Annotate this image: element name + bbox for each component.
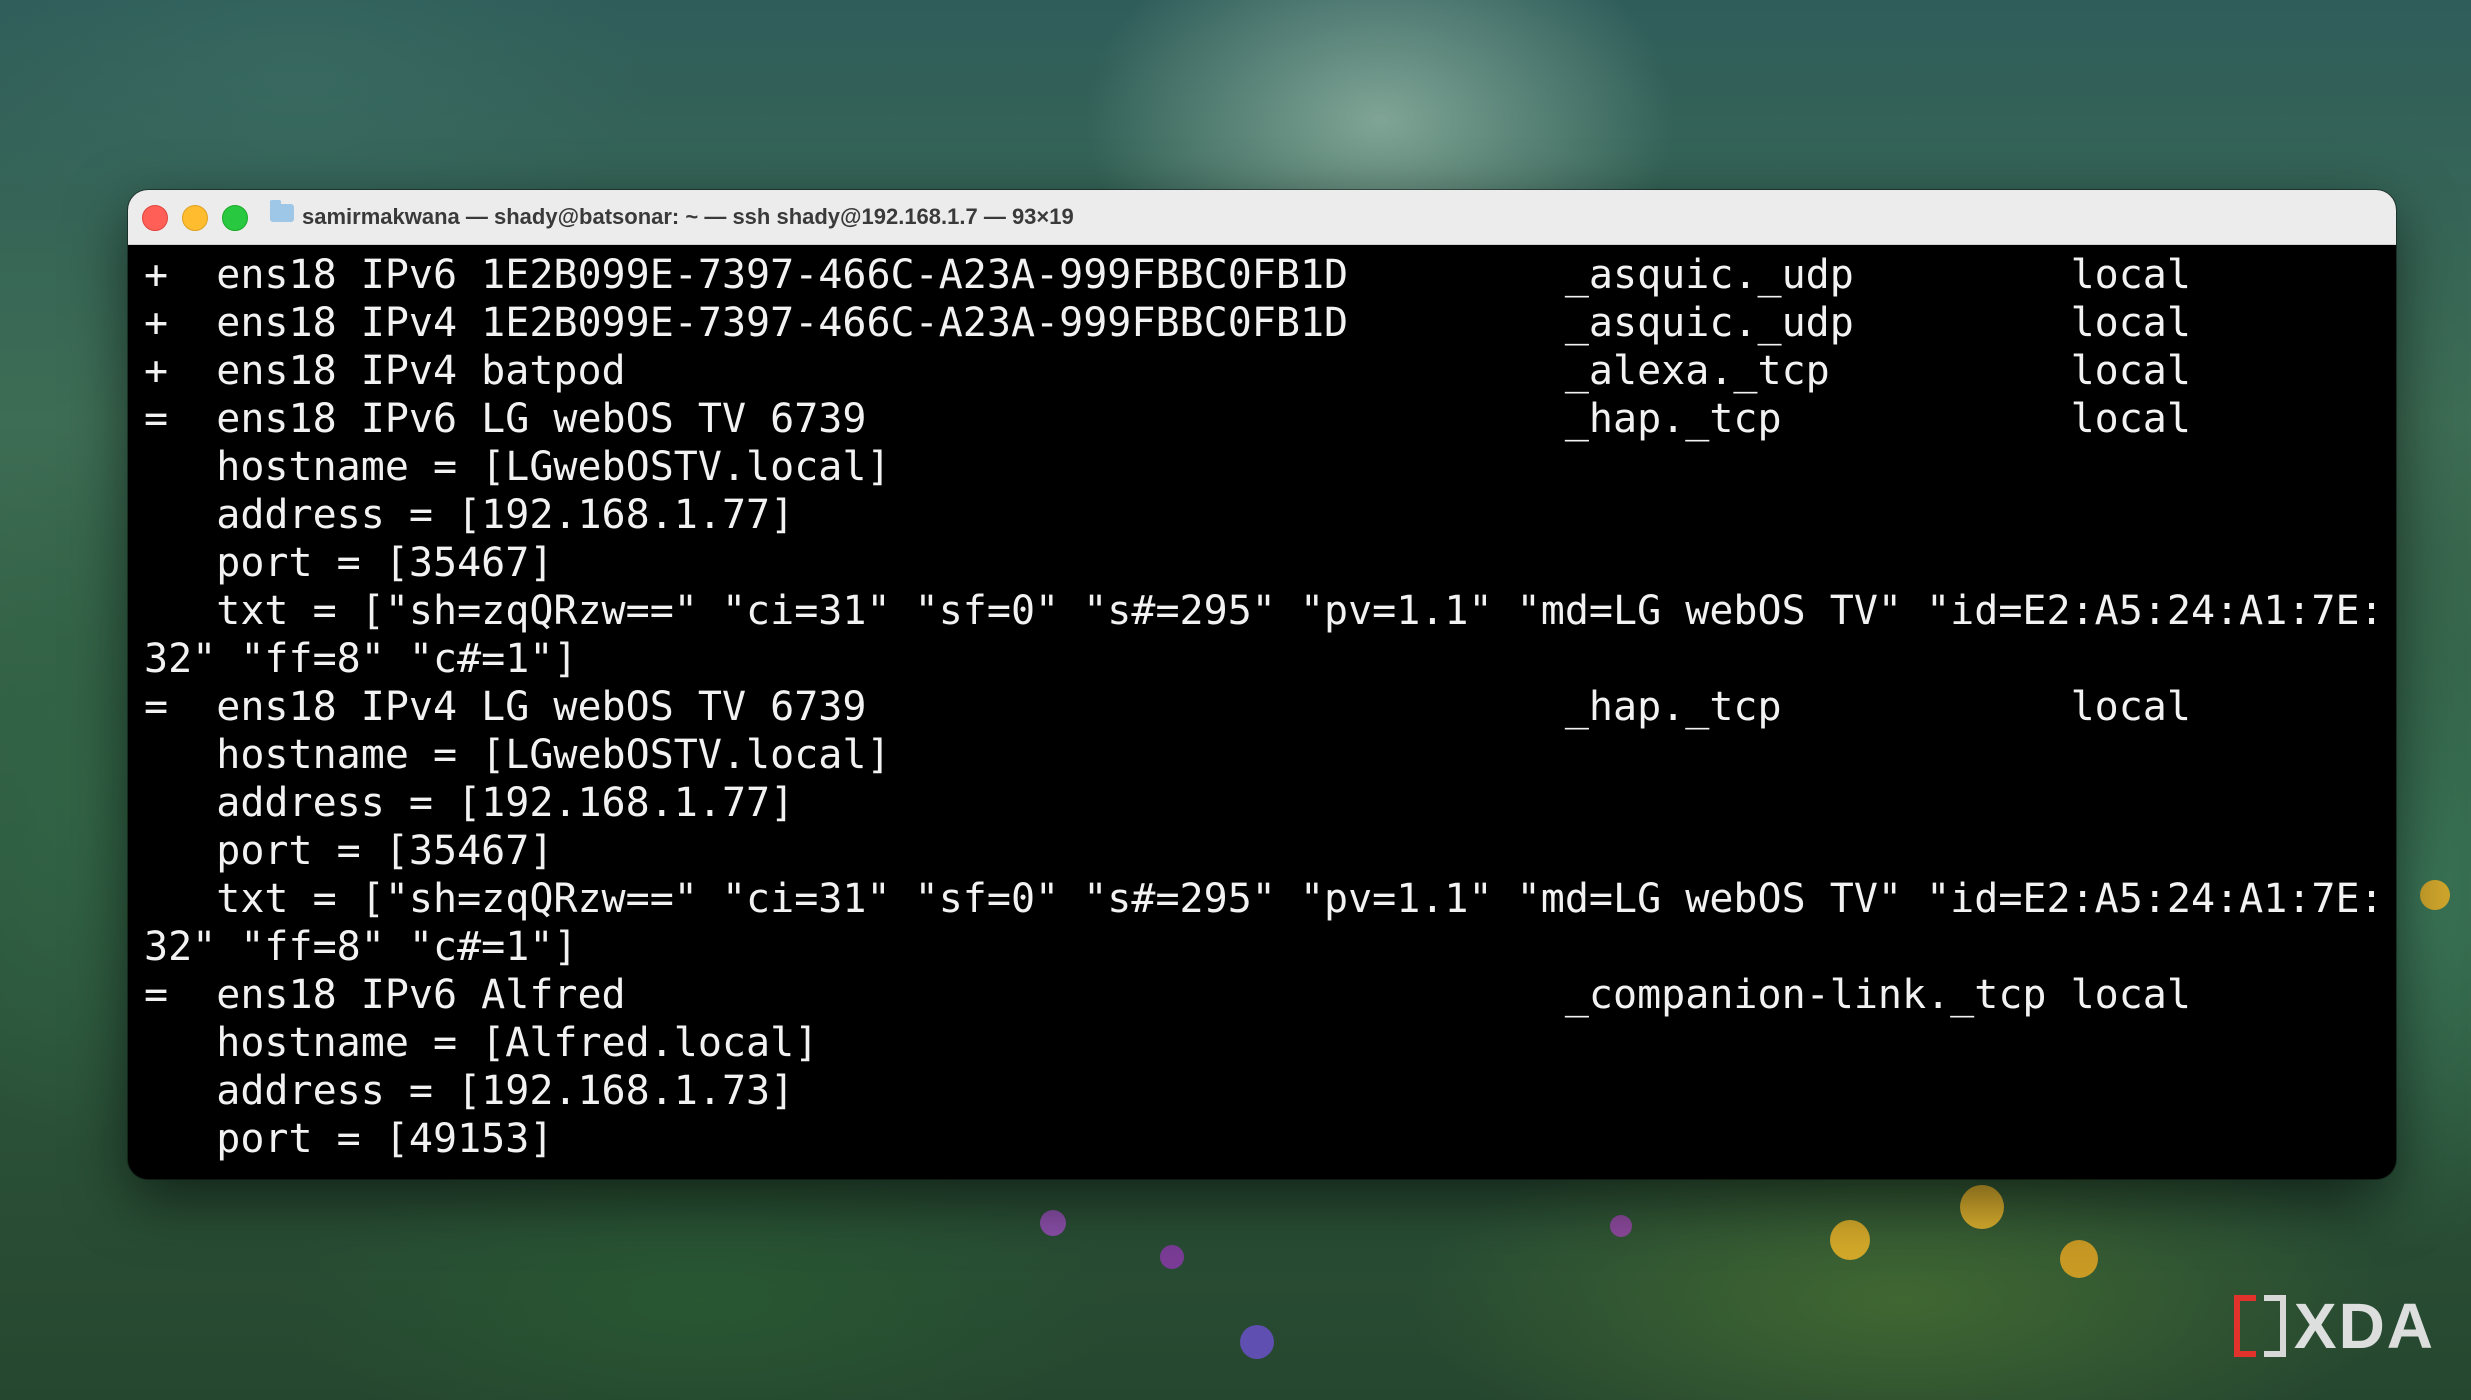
flower-decoration — [1830, 1220, 1870, 1260]
xda-logo-text: XDA — [2293, 1290, 2435, 1362]
terminal-line: address = [192.168.1.77] — [144, 780, 795, 826]
terminal-line: hostname = [Alfred.local] — [144, 1020, 819, 1066]
maximize-button[interactable] — [222, 205, 248, 231]
terminal-line: + ens18 IPv4 1E2B099E-7397-466C-A23A-999… — [144, 300, 2191, 346]
flower-decoration — [2060, 1240, 2098, 1278]
terminal-line: address = [192.168.1.73] — [144, 1068, 795, 1114]
flower-decoration — [1610, 1215, 1632, 1237]
terminal-line: 32" "ff=8" "c#=1"] — [144, 924, 578, 970]
terminal-line: port = [35467] — [144, 540, 554, 586]
terminal-line: + ens18 IPv6 1E2B099E-7397-466C-A23A-999… — [144, 252, 2191, 298]
terminal-line: + ens18 IPv4 batpod _alexa._tcp local — [144, 348, 2191, 394]
terminal-line: port = [49153] — [144, 1116, 554, 1162]
close-button[interactable] — [142, 205, 168, 231]
terminal-line: = ens18 IPv6 LG webOS TV 6739 _hap._tcp … — [144, 396, 2191, 442]
minimize-button[interactable] — [182, 205, 208, 231]
title-bar[interactable]: samirmakwana — shady@batsonar: ~ — ssh s… — [128, 190, 2396, 245]
terminal-line: hostname = [LGwebOSTV.local] — [144, 444, 891, 490]
flower-decoration — [2420, 880, 2450, 910]
flower-decoration — [1960, 1185, 2004, 1229]
xda-watermark: XDA — [2233, 1290, 2435, 1362]
flower-decoration — [1160, 1245, 1184, 1269]
folder-icon — [270, 200, 294, 222]
desktop: { "window": { "title": "samirmakwana — s… — [0, 0, 2471, 1400]
terminal-line: = ens18 IPv4 LG webOS TV 6739 _hap._tcp … — [144, 684, 2191, 730]
terminal-line: port = [35467] — [144, 828, 554, 874]
terminal-line: = ens18 IPv6 Alfred _companion-link._tcp… — [144, 972, 2191, 1018]
terminal-line: txt = ["sh=zqQRzw==" "ci=31" "sf=0" "s#=… — [144, 588, 2384, 634]
terminal-line: hostname = [LGwebOSTV.local] — [144, 732, 891, 778]
terminal-line: 32" "ff=8" "c#=1"] — [144, 636, 578, 682]
window-title: samirmakwana — shady@batsonar: ~ — ssh s… — [302, 204, 1074, 229]
flower-decoration — [1240, 1325, 1274, 1359]
xda-logo-icon — [2233, 1295, 2286, 1357]
flower-decoration — [1040, 1210, 1066, 1236]
terminal-output[interactable]: + ens18 IPv6 1E2B099E-7397-466C-A23A-999… — [128, 245, 2396, 1179]
terminal-window[interactable]: samirmakwana — shady@batsonar: ~ — ssh s… — [128, 190, 2396, 1179]
terminal-line: txt = ["sh=zqQRzw==" "ci=31" "sf=0" "s#=… — [144, 876, 2384, 922]
terminal-line: address = [192.168.1.77] — [144, 492, 795, 538]
